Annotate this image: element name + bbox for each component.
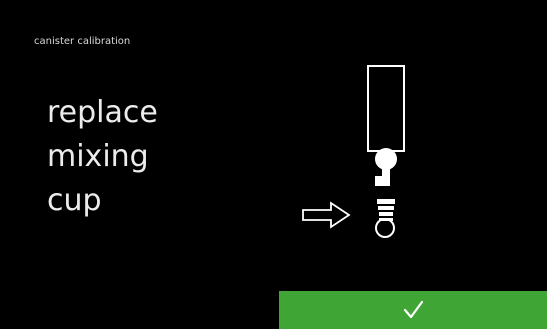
screen-title: canister calibration <box>34 36 131 47</box>
instruction-line-1: replace <box>47 95 158 130</box>
arrow-right-outline-icon <box>302 201 351 229</box>
instruction-line-3: cup <box>47 183 102 218</box>
instruction-text: replace mixing cup <box>47 91 158 223</box>
calibration-screen: canister calibration replace mixing cup <box>0 0 547 329</box>
mixing-cup <box>375 199 395 238</box>
nozzle-tip <box>375 176 384 186</box>
instruction-line-2: mixing <box>47 139 149 174</box>
canister-outline <box>367 65 405 152</box>
confirm-button[interactable] <box>279 291 547 329</box>
mixing-cup-replacement-icon <box>302 65 405 238</box>
checkmark-icon <box>403 300 424 319</box>
